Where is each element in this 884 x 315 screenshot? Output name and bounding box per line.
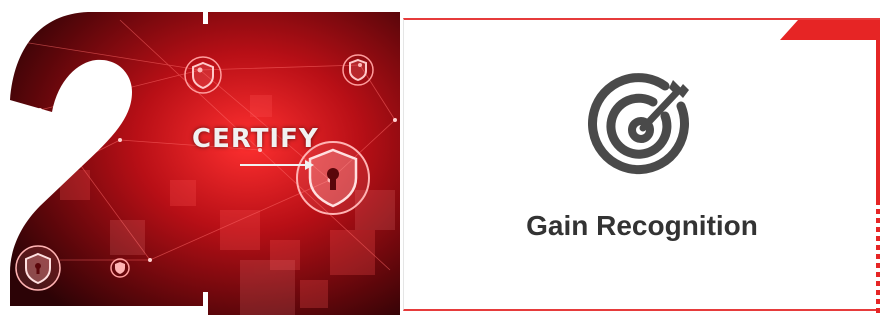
info-card: Gain Recognition <box>403 18 880 313</box>
certify-word: CERTIFY <box>192 124 319 154</box>
target-arrow-icon <box>588 73 689 175</box>
card-corner-accent <box>780 20 880 40</box>
card-title: Gain Recognition <box>526 210 758 241</box>
shield-lock-icon <box>15 245 61 291</box>
page: CERTIFY Gain Recognition <box>0 0 884 315</box>
certify-graphic: CERTIFY <box>0 0 400 315</box>
certify-background <box>0 0 400 315</box>
